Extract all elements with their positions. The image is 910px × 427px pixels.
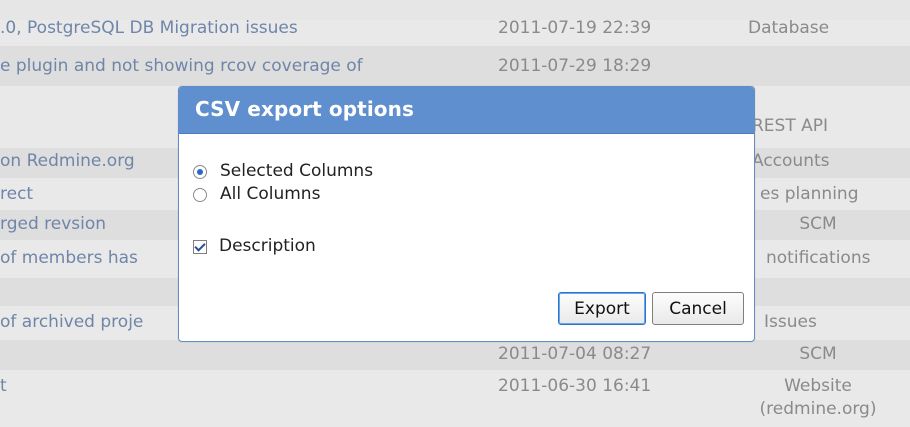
issue-date: 2011-07-04 08:27 <box>498 344 652 364</box>
issue-subject-link[interactable]: rged revsion <box>0 216 106 233</box>
dialog-titlebar: CSV export options <box>179 87 754 134</box>
issue-subject-link[interactable]: t <box>0 378 7 395</box>
all-columns-option[interactable]: All Columns <box>193 186 320 203</box>
issue-subject-link[interactable]: on Redmine.org <box>0 153 135 170</box>
selected-columns-radio[interactable] <box>193 164 207 179</box>
description-option[interactable]: Description <box>193 238 316 255</box>
table-row: 2011-07-04 08:27 SCM <box>0 340 910 370</box>
issue-date: 2011-07-29 18:29 <box>498 56 652 76</box>
issue-category: (redmine.org) <box>759 399 877 419</box>
issue-category: notifications <box>766 248 871 268</box>
all-columns-radio[interactable] <box>193 187 207 202</box>
table-row: t 2011-06-30 16:41 Website (redmine.org) <box>0 370 910 427</box>
export-button[interactable]: Export <box>558 292 646 325</box>
description-label: Description <box>219 236 316 256</box>
description-checkbox[interactable] <box>193 239 207 254</box>
issue-category: REST API <box>752 116 829 136</box>
issue-category: Accounts <box>752 151 830 171</box>
issue-date: 2011-07-19 22:39 <box>498 18 652 38</box>
dialog-buttons: Export Cancel <box>558 292 744 325</box>
issue-category: SCM <box>799 344 837 364</box>
issue-subject-link[interactable]: of archived proje <box>0 314 143 331</box>
issue-subject-link[interactable]: e plugin and not showing rcov coverage o… <box>0 58 363 75</box>
table-row: e plugin and not showing rcov coverage o… <box>0 46 910 86</box>
issue-category: Website <box>784 376 852 396</box>
issue-subject-link[interactable]: rect <box>0 186 33 203</box>
dialog-title: CSV export options <box>195 97 414 121</box>
issue-date: 2011-06-30 16:41 <box>498 376 652 396</box>
issue-category: Database <box>748 18 830 38</box>
issue-subject-link[interactable]: .0, PostgreSQL DB Migration issues <box>0 20 298 37</box>
csv-export-dialog: CSV export options Selected Columns All … <box>178 86 755 342</box>
all-columns-label: All Columns <box>220 184 321 204</box>
table-row: .0, PostgreSQL DB Migration issues 2011-… <box>0 20 910 46</box>
selected-columns-label: Selected Columns <box>220 161 374 181</box>
issue-category: SCM <box>799 214 837 234</box>
dialog-body: Selected Columns All Columns Description… <box>179 134 754 341</box>
issue-category: es planning <box>760 184 859 204</box>
cancel-button[interactable]: Cancel <box>652 292 744 325</box>
issue-category: Issues <box>764 312 817 332</box>
selected-columns-option[interactable]: Selected Columns <box>193 163 373 180</box>
issue-subject-link[interactable]: of members has <box>0 250 138 267</box>
